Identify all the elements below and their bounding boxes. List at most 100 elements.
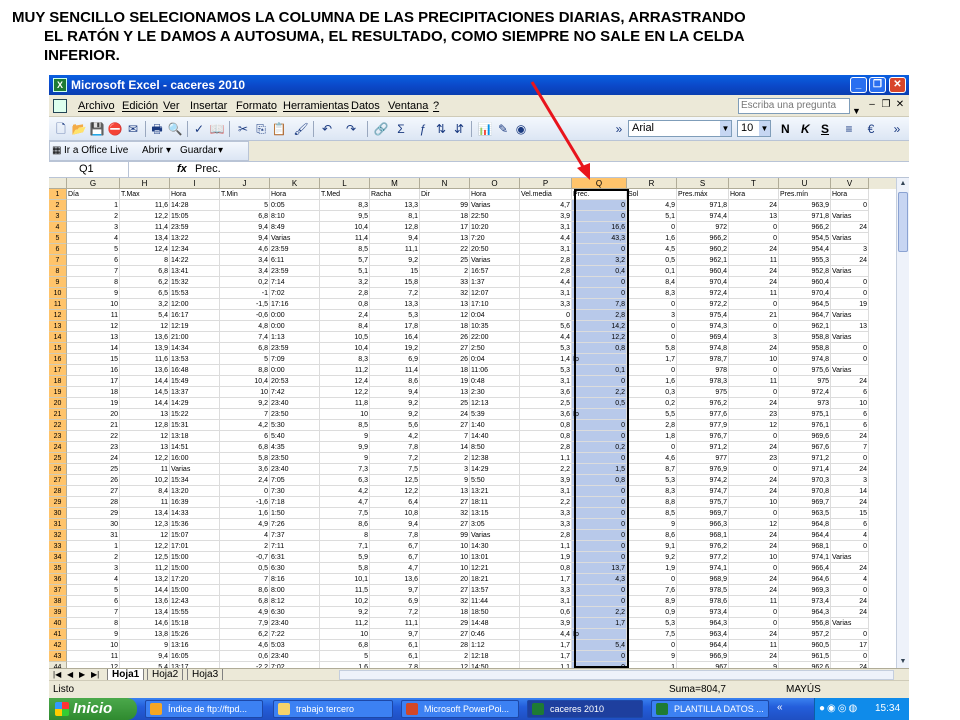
table-cell[interactable]: 15:32 <box>170 277 220 288</box>
table-cell[interactable]: Varias <box>270 233 320 244</box>
table-cell[interactable]: 2,8 <box>520 266 572 277</box>
paste-icon[interactable]: 📋 <box>271 121 287 137</box>
table-cell[interactable]: 8,5 <box>320 244 370 255</box>
table-cell[interactable]: 10:20 <box>470 222 520 233</box>
row-header[interactable]: 28 <box>49 486 67 497</box>
header-cell[interactable]: Día <box>67 189 120 200</box>
table-cell[interactable]: 12,8 <box>370 222 420 233</box>
table-cell[interactable]: 23:40 <box>270 618 320 629</box>
quick-launch-expand-icon[interactable]: « <box>777 702 783 713</box>
task-caceres-2010[interactable]: caceres 2010 <box>527 700 643 718</box>
table-cell[interactable]: 0 <box>831 453 869 464</box>
toolbar-options-icon[interactable]: » <box>611 121 627 137</box>
table-cell[interactable]: 4,7 <box>320 497 370 508</box>
table-cell[interactable]: 15:00 <box>170 585 220 596</box>
table-cell[interactable]: 973 <box>779 398 831 409</box>
table-cell[interactable]: 0,5 <box>572 398 627 409</box>
table-cell[interactable]: 3 <box>67 222 120 233</box>
table-cell[interactable]: 27 <box>67 486 120 497</box>
table-cell[interactable]: 12:13 <box>470 398 520 409</box>
row-header[interactable]: 33 <box>49 541 67 552</box>
table-cell[interactable]: 32 <box>420 288 470 299</box>
table-cell[interactable]: 15:18 <box>170 618 220 629</box>
table-cell[interactable]: 973,4 <box>677 607 729 618</box>
menu-herramientas[interactable]: Herramientas <box>283 95 349 117</box>
table-cell[interactable]: 22:00 <box>470 332 520 343</box>
table-cell[interactable]: 5,3 <box>627 475 677 486</box>
spreadsheet-grid[interactable]: GHIJKLMNOPQRSTUV 1 Día T.Max Hora T.Min Hora T… <box>49 178 909 668</box>
table-cell[interactable]: 0 <box>627 574 677 585</box>
table-cell[interactable]: 14,5 <box>120 387 170 398</box>
table-cell[interactable]: Ip <box>572 409 627 420</box>
row-header[interactable]: 20 <box>49 398 67 409</box>
table-cell[interactable]: 13 <box>120 442 170 453</box>
table-cell[interactable]: 3 <box>831 475 869 486</box>
table-cell[interactable]: 10 <box>320 409 370 420</box>
table-cell[interactable]: 25 <box>67 464 120 475</box>
table-cell[interactable]: 0 <box>729 618 779 629</box>
table-cell[interactable]: 964,4 <box>779 530 831 541</box>
table-cell[interactable]: 8 <box>67 277 120 288</box>
table-cell[interactable]: 3 <box>67 563 120 574</box>
table-cell[interactable]: 4,4 <box>520 277 572 288</box>
header-cell[interactable]: Prec. <box>572 189 627 200</box>
print-preview-icon[interactable]: 🔍 <box>167 121 183 137</box>
table-cell[interactable]: 13:01 <box>470 552 520 563</box>
table-cell[interactable]: 6,7 <box>370 552 420 563</box>
table-cell[interactable]: 5,4 <box>572 640 627 651</box>
table-cell[interactable]: 24 <box>729 200 779 211</box>
table-cell[interactable]: 8,3 <box>320 200 370 211</box>
table-cell[interactable]: 18 <box>420 211 470 222</box>
table-cell[interactable]: 0 <box>627 442 677 453</box>
table-cell[interactable]: 4,6 <box>220 244 270 255</box>
table-cell[interactable]: 23 <box>729 453 779 464</box>
table-cell[interactable]: 23:59 <box>270 266 320 277</box>
table-cell[interactable]: 974,8 <box>779 354 831 365</box>
table-cell[interactable]: 1,7 <box>627 354 677 365</box>
table-cell[interactable]: 14,4 <box>120 398 170 409</box>
table-cell[interactable]: 4,7 <box>370 563 420 574</box>
table-cell[interactable]: 2,2 <box>572 387 627 398</box>
doc-restore-icon[interactable]: ❐ <box>880 99 892 111</box>
formula-input[interactable]: Prec. <box>195 162 221 177</box>
table-cell[interactable]: 976,7 <box>677 431 729 442</box>
header-cell[interactable]: Sol <box>627 189 677 200</box>
table-cell[interactable]: 1,5 <box>572 464 627 475</box>
table-cell[interactable]: 963,4 <box>677 629 729 640</box>
table-cell[interactable]: 0,5 <box>627 255 677 266</box>
table-cell[interactable]: 11:06 <box>470 365 520 376</box>
table-cell[interactable]: 18 <box>420 321 470 332</box>
table-cell[interactable]: 975,4 <box>677 310 729 321</box>
table-cell[interactable]: 5,3 <box>627 618 677 629</box>
table-cell[interactable]: 23:40 <box>270 651 320 662</box>
tray-icons[interactable]: ●◉◎◍ <box>819 703 859 715</box>
table-cell[interactable]: 27 <box>420 420 470 431</box>
table-cell[interactable]: 961,5 <box>779 651 831 662</box>
table-cell[interactable]: 3,9 <box>520 211 572 222</box>
header-cell[interactable]: Hora <box>270 189 320 200</box>
table-cell[interactable]: 976,1 <box>779 420 831 431</box>
table-cell[interactable]: 4 <box>67 574 120 585</box>
table-cell[interactable]: 5 <box>67 244 120 255</box>
table-cell[interactable]: 13 <box>729 211 779 222</box>
table-cell[interactable]: 4,9 <box>627 200 677 211</box>
table-cell[interactable]: 6:11 <box>270 255 320 266</box>
table-cell[interactable]: 0 <box>572 420 627 431</box>
table-cell[interactable]: 17:20 <box>170 574 220 585</box>
table-cell[interactable]: 1 <box>67 200 120 211</box>
table-cell[interactable]: 24 <box>729 442 779 453</box>
table-cell[interactable]: 12,4 <box>320 376 370 387</box>
table-cell[interactable]: 13,6 <box>120 365 170 376</box>
table-cell[interactable]: 3,3 <box>520 585 572 596</box>
table-cell[interactable]: 9 <box>420 475 470 486</box>
table-cell[interactable]: 10,5 <box>320 332 370 343</box>
table-cell[interactable]: 977 <box>677 453 729 464</box>
fx-icon[interactable]: fx <box>177 162 187 177</box>
table-cell[interactable]: 24 <box>831 255 869 266</box>
table-cell[interactable]: 15 <box>831 508 869 519</box>
table-cell[interactable]: 8 <box>320 530 370 541</box>
table-cell[interactable]: 16,6 <box>572 222 627 233</box>
table-cell[interactable]: 4,6 <box>220 640 270 651</box>
menu-formato[interactable]: Formato <box>236 95 277 117</box>
table-cell[interactable]: 0:46 <box>470 629 520 640</box>
